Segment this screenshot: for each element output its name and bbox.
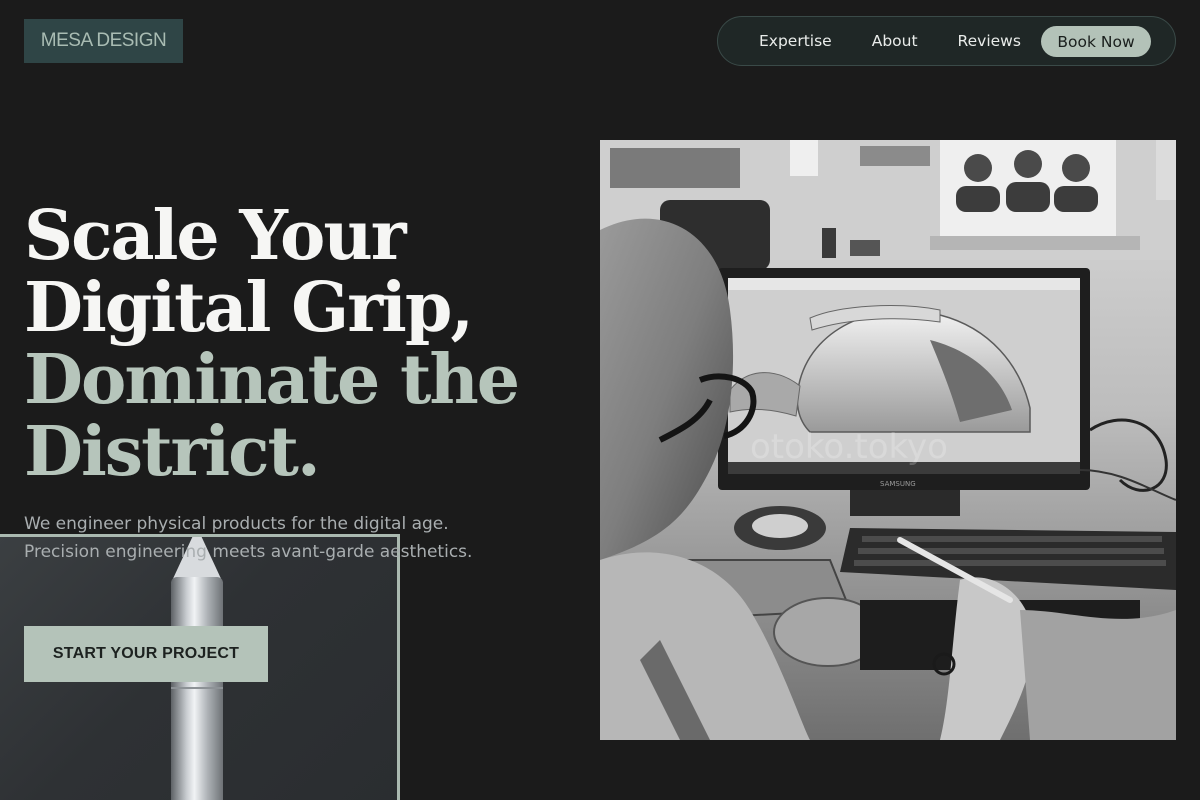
brand-logo[interactable]: MESA DESIGN xyxy=(24,19,183,63)
nav-link-about[interactable]: About xyxy=(872,32,918,50)
monitor-brand-label: SAMSUNG xyxy=(880,480,916,488)
headline-line-1: Scale Your xyxy=(24,196,407,276)
workstation-illustration: SAMSUNG otoko.tokyo xyxy=(600,140,1176,740)
designer-workstation-photo: SAMSUNG otoko.tokyo xyxy=(600,140,1176,740)
brand-logo-text: MESA DESIGN xyxy=(40,30,167,51)
photo-watermark: otoko.tokyo xyxy=(750,427,948,467)
stylus-band xyxy=(171,687,223,689)
page: MESA DESIGN Expertise About Reviews Book… xyxy=(0,0,1200,800)
book-now-button[interactable]: Book Now xyxy=(1041,26,1151,57)
headline-line-3: Dominate the xyxy=(24,340,520,420)
main-nav: Expertise About Reviews Book Now xyxy=(717,16,1176,66)
nav-link-reviews[interactable]: Reviews xyxy=(958,32,1021,50)
start-project-button[interactable]: START YOUR PROJECT xyxy=(24,626,268,682)
hero-headline: Scale Your Digital Grip, Dominate the Di… xyxy=(24,200,544,488)
hero-subtext: We engineer physical products for the di… xyxy=(24,514,473,562)
headline-line-2: Digital Grip, xyxy=(24,268,474,348)
headline-line-4: District. xyxy=(24,412,321,492)
nav-link-expertise[interactable]: Expertise xyxy=(759,32,832,50)
